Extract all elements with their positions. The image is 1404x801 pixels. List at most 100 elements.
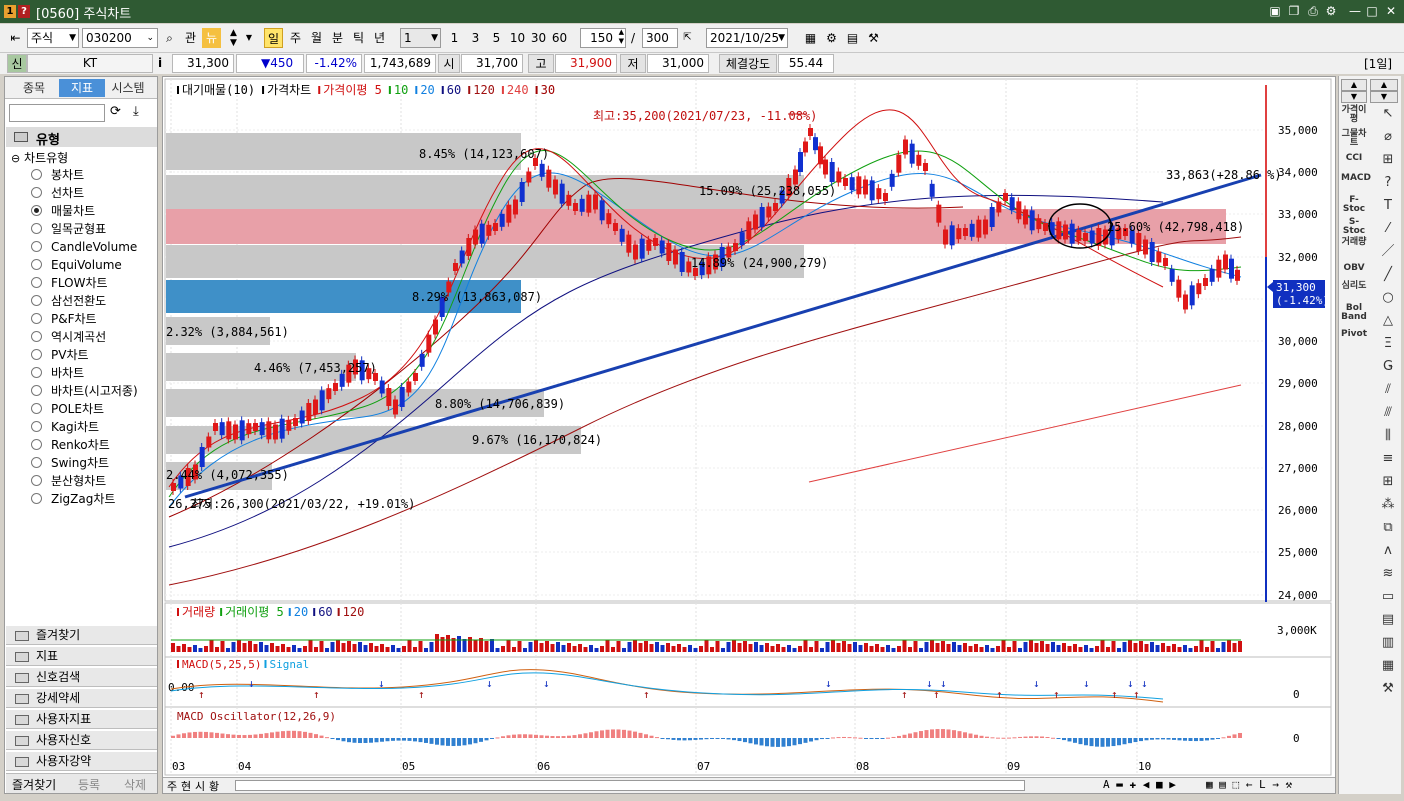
close-button[interactable]: ✕ xyxy=(1384,4,1398,18)
accordion-item[interactable]: 즐겨찾기 xyxy=(6,625,157,645)
period-day[interactable]: 일 xyxy=(264,28,283,48)
tab-system[interactable]: 시스템 xyxy=(105,79,151,97)
chart-type-item[interactable]: Renko차트 xyxy=(31,437,110,453)
drawing-tool-icon[interactable]: △ xyxy=(1379,313,1397,329)
tab-stocks[interactable]: 종목 xyxy=(11,79,57,97)
indicator-shortcut[interactable]: OBV xyxy=(1341,264,1367,273)
drawing-tool-icon[interactable]: ⫽ xyxy=(1379,382,1397,398)
chart-type-item[interactable]: 바차트(시고저종) xyxy=(31,383,138,399)
drawing-tool-icon[interactable]: ⊞ xyxy=(1379,152,1397,168)
indicator-shortcut[interactable]: F-Stoc xyxy=(1341,196,1367,214)
section-header[interactable]: 유형 xyxy=(6,127,157,148)
prev-icon[interactable]: ⇤ xyxy=(6,28,25,48)
radio-icon[interactable] xyxy=(31,259,42,270)
drawing-tool-icon[interactable]: ○ xyxy=(1379,290,1397,306)
radio-icon[interactable] xyxy=(31,313,42,324)
chart-type-item[interactable]: 삼선전환도 xyxy=(31,293,106,309)
drawing-tool-icon[interactable]: T xyxy=(1379,198,1397,214)
gear-icon[interactable]: ⚙ xyxy=(822,28,841,48)
interval-select[interactable]: 1 ▼ xyxy=(400,28,441,48)
drawing-tool-icon[interactable]: ʌ xyxy=(1379,543,1397,559)
radio-icon[interactable] xyxy=(31,295,42,306)
chart-type-item[interactable]: 매물차트 xyxy=(31,203,95,219)
chart-icon[interactable]: ▦ xyxy=(801,28,820,48)
radio-icon[interactable] xyxy=(31,493,42,504)
quick-60[interactable]: 60 xyxy=(550,28,569,48)
save-icon[interactable]: ▤ xyxy=(843,28,862,48)
indicator-shortcut[interactable]: Bol Band xyxy=(1341,304,1367,322)
scroll-down-icon[interactable]: ▼ xyxy=(1341,91,1367,103)
chart-type-item[interactable]: PV차트 xyxy=(31,347,89,363)
period-week[interactable]: 주 xyxy=(286,28,305,48)
quick-10[interactable]: 10 xyxy=(508,28,527,48)
bottom-tab[interactable]: 시 xyxy=(195,778,205,794)
drawing-tool-icon[interactable]: ⧉ xyxy=(1379,520,1397,536)
count-input[interactable]: 150 ▲ ▼ xyxy=(580,28,626,48)
chart-type-item[interactable]: ZigZag차트 xyxy=(31,491,115,507)
drawing-tool-icon[interactable]: ? xyxy=(1379,175,1397,191)
indicator-shortcut[interactable]: 가격이평 xyxy=(1341,106,1367,124)
chart-type-item[interactable]: 바차트 xyxy=(31,365,84,381)
accordion-item[interactable]: 사용자지표 xyxy=(6,709,157,729)
delete-button[interactable]: 삭제 xyxy=(124,776,146,793)
drawing-tool-icon[interactable]: ▦ xyxy=(1379,658,1397,674)
drawing-tool-icon[interactable]: ⫼ xyxy=(1379,428,1397,444)
drawing-tool-icon[interactable]: ／ xyxy=(1379,244,1397,260)
zoom-icon[interactable]: ⇱ xyxy=(678,28,697,48)
news-button[interactable]: 뉴 xyxy=(202,28,221,48)
drawing-tool-icon[interactable]: ⫻ xyxy=(1379,405,1397,421)
chart-area[interactable]: 03 04 05 06 07 08 09 10 35,000 34,000 33,000 32,000… xyxy=(162,76,1336,794)
chart-type-item[interactable]: 선차트 xyxy=(31,185,84,201)
chart-canvas[interactable]: 03 04 05 06 07 08 09 10 35,000 34,000 33,000 32,000… xyxy=(163,77,1335,793)
code-input[interactable]: 030200 ⌄ xyxy=(82,28,158,48)
scrollbar[interactable] xyxy=(235,780,1025,791)
drawing-tool-icon[interactable]: ⁄ xyxy=(1379,221,1397,237)
radio-icon[interactable] xyxy=(31,223,42,234)
drawing-tool-icon[interactable]: Ξ xyxy=(1379,336,1397,352)
accordion-item[interactable]: 사용자신호 xyxy=(6,730,157,750)
indicator-shortcut[interactable]: Pivot xyxy=(1341,330,1367,339)
tab-indicators[interactable]: 지표 xyxy=(59,79,105,97)
maximize-button[interactable]: □ xyxy=(1365,4,1379,18)
quick-30[interactable]: 30 xyxy=(529,28,548,48)
accordion-item[interactable]: 신호검색 xyxy=(6,667,157,687)
chart-type-item[interactable]: 역시계곡선 xyxy=(31,329,106,345)
chart-type-item[interactable]: Swing차트 xyxy=(31,455,109,471)
print-icon[interactable]: ⎙ xyxy=(1306,4,1320,18)
indicator-shortcut[interactable]: S-Stoc xyxy=(1341,218,1367,236)
chart-type-item[interactable]: EquiVolume xyxy=(31,257,122,273)
period-tick[interactable]: 틱 xyxy=(349,28,368,48)
bottom-tab[interactable]: 현 xyxy=(181,778,191,794)
indicator-shortcut[interactable]: 거래량 xyxy=(1341,238,1367,247)
indicator-shortcut[interactable]: 그물차트 xyxy=(1341,130,1367,148)
period-month[interactable]: 월 xyxy=(307,28,326,48)
download-icon[interactable]: ⤓ xyxy=(133,104,139,119)
indicator-shortcut[interactable]: MACD xyxy=(1341,174,1371,183)
radio-icon[interactable] xyxy=(31,277,42,288)
radio-icon[interactable] xyxy=(31,187,42,198)
bottom-tab[interactable]: 주 xyxy=(167,778,177,794)
settings-icon[interactable]: ⚙ xyxy=(1324,4,1338,18)
drawing-tool-icon[interactable]: Ǥ xyxy=(1379,359,1397,375)
chart-type-item[interactable]: P&F차트 xyxy=(31,311,97,327)
radio-icon[interactable] xyxy=(31,205,42,216)
radio-icon[interactable] xyxy=(31,169,42,180)
chart-type-item[interactable]: CandleVolume xyxy=(31,239,137,255)
radio-icon[interactable] xyxy=(31,241,42,252)
radio-icon[interactable] xyxy=(31,385,42,396)
drawing-tool-icon[interactable]: ⚒ xyxy=(1379,681,1397,697)
radio-icon[interactable] xyxy=(31,367,42,378)
indicator-shortcut[interactable]: 심리도 xyxy=(1341,282,1367,291)
indicator-shortcut[interactable]: CCI xyxy=(1341,154,1367,163)
quick-3[interactable]: 3 xyxy=(466,28,485,48)
chart-type-item[interactable]: 봉차트 xyxy=(31,167,84,183)
group-header[interactable]: ⊖ 차트유형 xyxy=(11,149,68,166)
accordion-item[interactable]: 사용자강약 xyxy=(6,751,157,771)
drawing-tool-icon[interactable]: ↖ xyxy=(1379,106,1397,122)
spin-icon[interactable]: ▲ ▼ xyxy=(224,28,243,48)
refresh-icon[interactable]: ⟳ xyxy=(110,104,121,119)
gwan-button[interactable]: 관 xyxy=(181,28,200,48)
chart-type-item[interactable]: Kagi차트 xyxy=(31,419,99,435)
drawing-tool-icon[interactable]: ⊞ xyxy=(1379,474,1397,490)
quick-1[interactable]: 1 xyxy=(445,28,464,48)
